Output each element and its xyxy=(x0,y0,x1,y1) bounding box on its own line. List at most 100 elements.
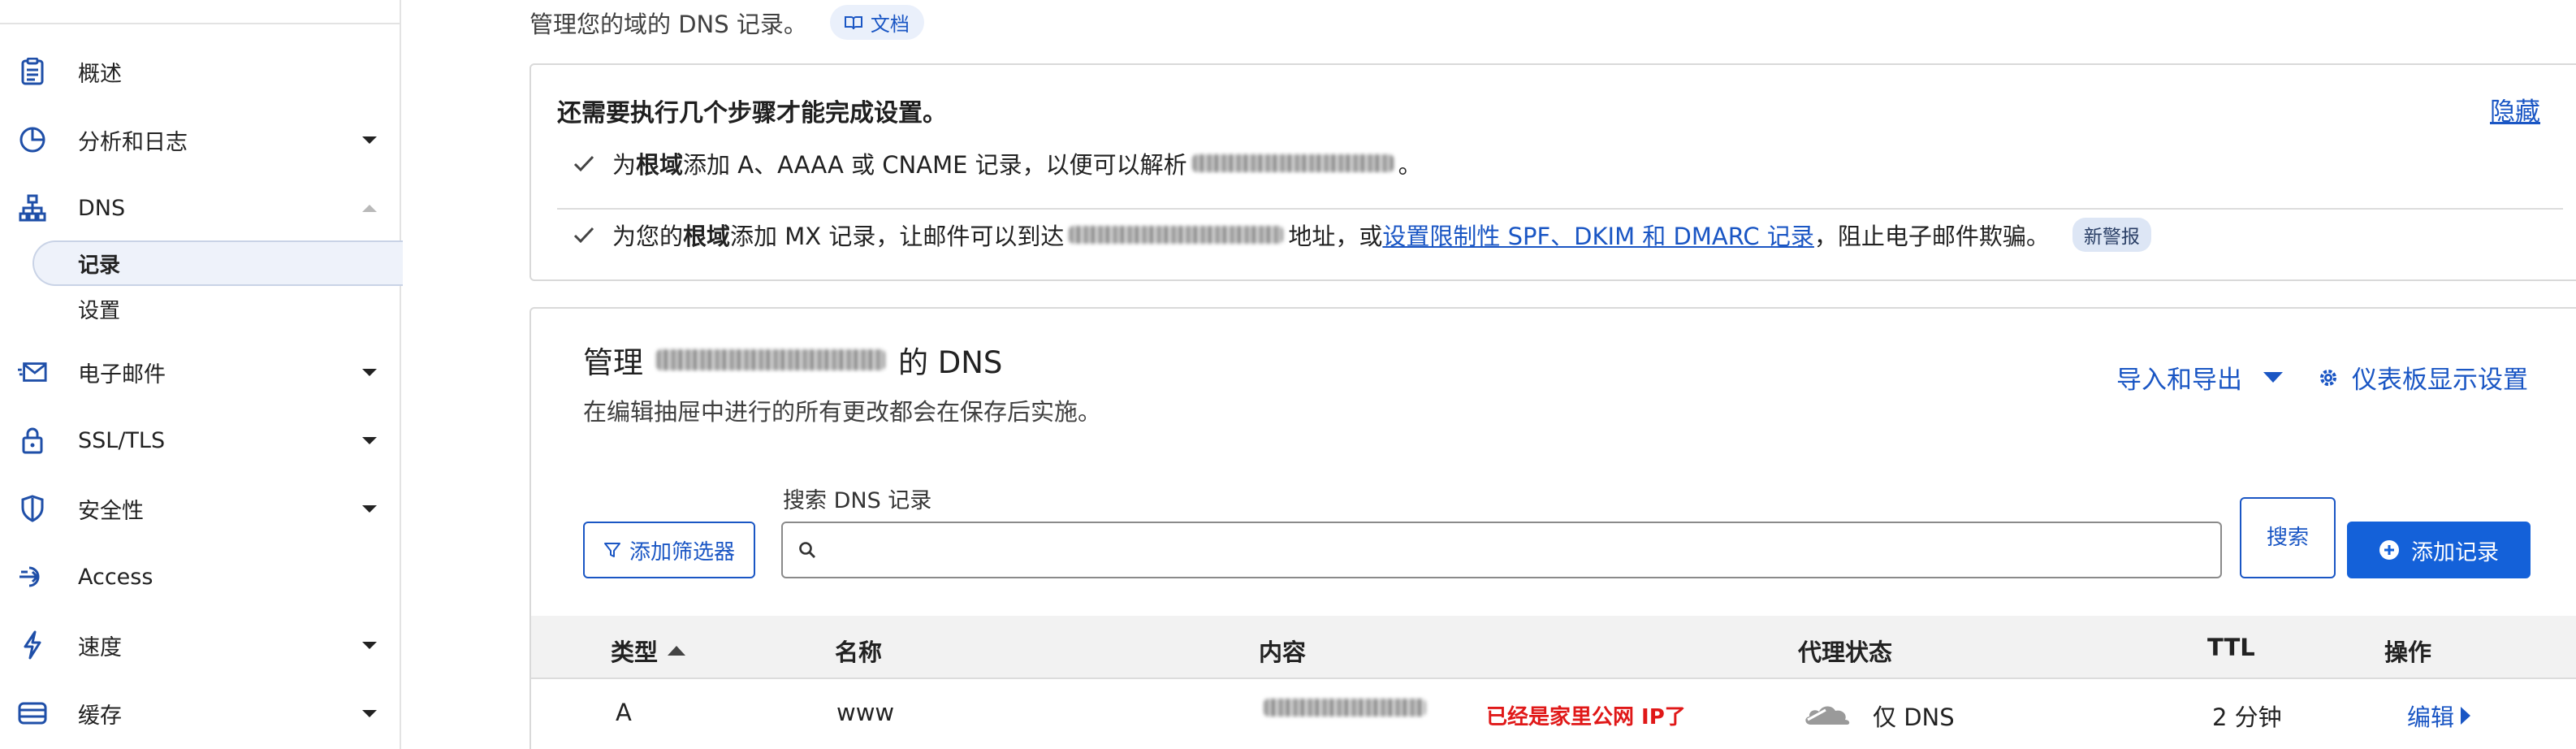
sidebar-item-label: 速度 xyxy=(78,634,122,660)
sidebar-subitem-settings[interactable]: 设置 xyxy=(32,286,403,331)
sidebar-item-label: 概述 xyxy=(78,61,122,87)
redacted-domain xyxy=(656,349,885,370)
sidebar-item-label: DNS xyxy=(78,195,126,221)
access-icon xyxy=(18,562,47,591)
proxy-status: 仅 DNS xyxy=(1801,699,1955,733)
sidebar-item-speed[interactable]: 速度 xyxy=(0,621,401,669)
import-export-dropdown[interactable]: 导入和导出 xyxy=(2116,359,2283,396)
add-record-button[interactable]: 添加记录 xyxy=(2347,522,2531,578)
search-icon xyxy=(799,542,815,558)
sidebar-subitem-label: 设置 xyxy=(78,298,121,323)
sidebar-item-label: SSL/TLS xyxy=(78,427,166,453)
pie-chart-icon xyxy=(18,125,47,154)
sidebar-item-analytics[interactable]: 分析和日志 xyxy=(0,115,401,164)
sidebar-item-label: 电子邮件 xyxy=(78,362,166,387)
column-header-type[interactable]: 类型 xyxy=(611,634,686,668)
dashboard-settings-label: 仪表板显示设置 xyxy=(2352,366,2528,395)
column-header-proxy-status: 代理状态 xyxy=(1798,634,1892,668)
sidebar-item-cache[interactable]: 缓存 xyxy=(0,689,401,738)
step-text: 添加 MX 记录，让邮件可以到达 xyxy=(730,223,1065,250)
step-text: 地址，或 xyxy=(1288,223,1383,250)
sidebar-item-email[interactable]: 电子邮件 xyxy=(0,348,401,396)
divider xyxy=(557,208,2563,210)
column-label: 内容 xyxy=(1259,639,1307,666)
column-header-content: 内容 xyxy=(1259,634,1306,668)
column-label: 操作 xyxy=(2384,639,2432,666)
column-header-name: 名称 xyxy=(835,634,882,668)
proxy-status-label: 仅 DNS xyxy=(1873,704,1955,731)
column-header-ttl: TTL xyxy=(2207,634,2255,661)
chevron-down-icon xyxy=(362,709,377,717)
sidebar-item-security[interactable]: 安全性 xyxy=(0,484,401,533)
column-label: 名称 xyxy=(835,639,883,666)
sidebar-item-dns[interactable]: DNS xyxy=(0,184,401,232)
chevron-down-icon xyxy=(362,641,377,649)
dns-records-panel: 管理 的 DNS 在编辑抽屉中进行的所有更改都会在保存后实施。 导入和导出 仪表… xyxy=(529,307,2576,749)
step-bold-text: 根域 xyxy=(683,223,731,250)
docs-link[interactable]: 文档 xyxy=(829,5,924,40)
redacted-ip-address xyxy=(1264,699,1426,717)
chevron-down-icon xyxy=(362,436,377,444)
record-ttl: 2 分钟 xyxy=(2212,704,2282,731)
setup-heading: 还需要执行几个步骤才能完成设置。 xyxy=(557,99,947,128)
panel-title: 管理 的 DNS xyxy=(583,338,1002,382)
table-header: 类型 名称 内容 代理状态 TTL 操作 xyxy=(531,616,2576,679)
sidebar-item-overview[interactable]: 概述 xyxy=(0,47,401,96)
grey-cloud-icon xyxy=(1805,706,1850,725)
sidebar-item-ssl[interactable]: SSL/TLS xyxy=(0,416,401,465)
edit-label: 编辑 xyxy=(2407,704,2455,731)
column-label: 代理状态 xyxy=(1798,639,1893,666)
sidebar-item-label: 缓存 xyxy=(78,703,122,729)
table-row[interactable]: A www 已经是家里公网 IP了 仅 DNS 2 分钟 编辑 xyxy=(531,679,2576,744)
sort-ascending-icon xyxy=(668,646,686,656)
title-text: 管理 xyxy=(583,345,643,380)
sidebar-item-label: Access xyxy=(78,564,153,590)
step-text: 为 xyxy=(612,151,637,179)
setup-step-root-record: 为根域 添加 A、AAAA 或 CNAME 记录，以便可以解析 。 xyxy=(570,146,1422,180)
sidebar-top-divider xyxy=(0,23,401,24)
check-icon xyxy=(573,227,594,244)
shield-icon xyxy=(18,494,47,523)
column-header-actions: 操作 xyxy=(2384,634,2431,668)
gear-icon xyxy=(2320,369,2336,386)
new-alert-badge: 新警报 xyxy=(2072,218,2151,252)
cache-icon xyxy=(18,699,47,728)
step-text: 为您的 xyxy=(612,223,684,250)
panel-subtitle: 在编辑抽屉中进行的所有更改都会在保存后实施。 xyxy=(583,398,1102,426)
intro-text: 管理您的域的 DNS 记录。 xyxy=(529,10,807,38)
sidebar-subitem-label: 记录 xyxy=(78,253,121,278)
annotation-note: 已经是家里公网 IP了 xyxy=(1486,705,1686,730)
step-text: ，阻止电子邮件欺骗。 xyxy=(1813,223,2050,250)
search-input[interactable] xyxy=(828,526,2220,574)
step-text: 。 xyxy=(1398,151,1422,179)
clipboard-icon xyxy=(18,57,47,86)
search-field[interactable] xyxy=(781,522,2222,578)
lock-icon xyxy=(18,426,47,455)
hide-button[interactable]: 隐藏 xyxy=(2490,91,2540,128)
spf-dkim-dmarc-link[interactable]: 设置限制性 SPF、DKIM 和 DMARC 记录 xyxy=(1382,218,1814,252)
title-text: 的 DNS xyxy=(898,345,1003,380)
sidebar-subitem-records[interactable]: 记录 xyxy=(32,240,403,286)
chevron-down-icon xyxy=(362,368,377,376)
docs-label: 文档 xyxy=(870,13,910,36)
search-button[interactable]: 搜索 xyxy=(2240,497,2336,578)
dashboard-settings-button[interactable]: 仪表板显示设置 xyxy=(2318,359,2528,396)
step-bold-text: 根域 xyxy=(636,151,684,179)
search-label: 搜索 DNS 记录 xyxy=(783,488,932,513)
edit-button[interactable]: 编辑 xyxy=(2407,699,2471,733)
book-icon xyxy=(844,15,862,29)
sidebar-item-access[interactable]: Access xyxy=(0,552,401,601)
chevron-right-icon xyxy=(2461,707,2471,725)
network-icon xyxy=(18,193,47,223)
setup-steps-panel: 还需要执行几个步骤才能完成设置。 隐藏 为根域 添加 A、AAAA 或 CNAME… xyxy=(529,63,2576,281)
sidebar-item-label: 分析和日志 xyxy=(78,129,188,155)
lightning-icon xyxy=(18,630,47,660)
add-filter-button[interactable]: 添加筛选器 xyxy=(583,522,755,578)
step-text: 添加 A、AAAA 或 CNAME 记录，以便可以解析 xyxy=(683,151,1187,179)
caret-down-icon xyxy=(2263,372,2283,383)
record-content xyxy=(1259,699,1431,717)
email-icon xyxy=(18,357,47,387)
add-filter-label: 添加筛选器 xyxy=(629,539,735,565)
page-intro: 管理您的域的 DNS 记录。 文档 xyxy=(529,5,924,40)
record-type: A xyxy=(616,699,632,726)
